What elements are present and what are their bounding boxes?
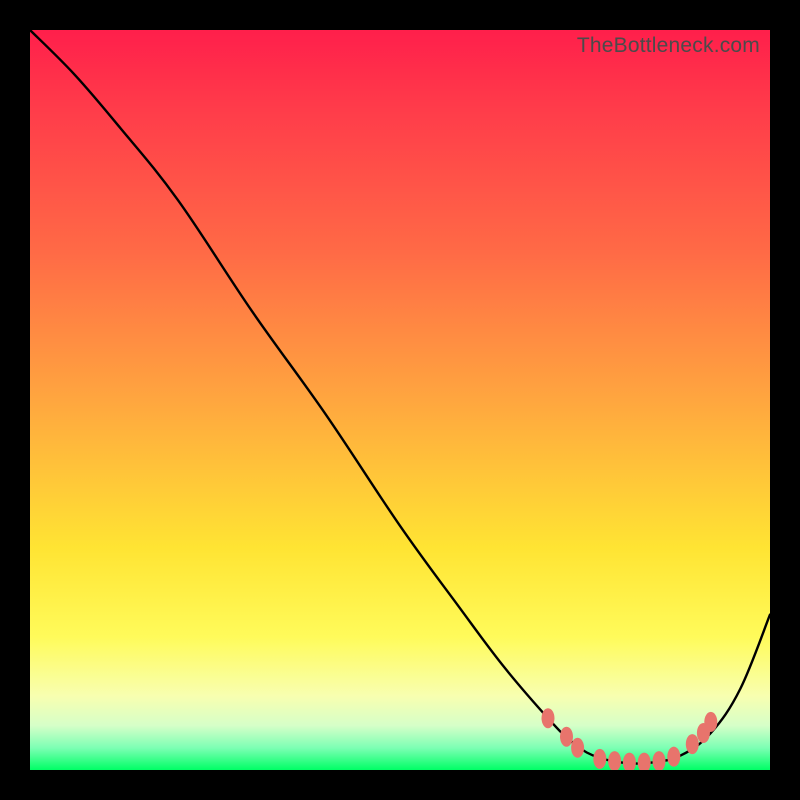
marker-dot [653, 751, 666, 770]
highlighted-points [542, 708, 718, 770]
curve-layer [30, 30, 770, 770]
chart-frame: TheBottleneck.com [0, 0, 800, 800]
marker-dot [571, 738, 584, 758]
marker-dot [638, 753, 651, 770]
bottleneck-curve [30, 30, 770, 764]
marker-dot [686, 734, 699, 754]
marker-dot [623, 753, 636, 770]
marker-dot [608, 751, 621, 770]
marker-dot [560, 727, 573, 747]
marker-dot [667, 747, 680, 767]
marker-dot [593, 749, 606, 769]
marker-dot [542, 708, 555, 728]
plot-area: TheBottleneck.com [30, 30, 770, 770]
marker-dot [704, 712, 717, 732]
